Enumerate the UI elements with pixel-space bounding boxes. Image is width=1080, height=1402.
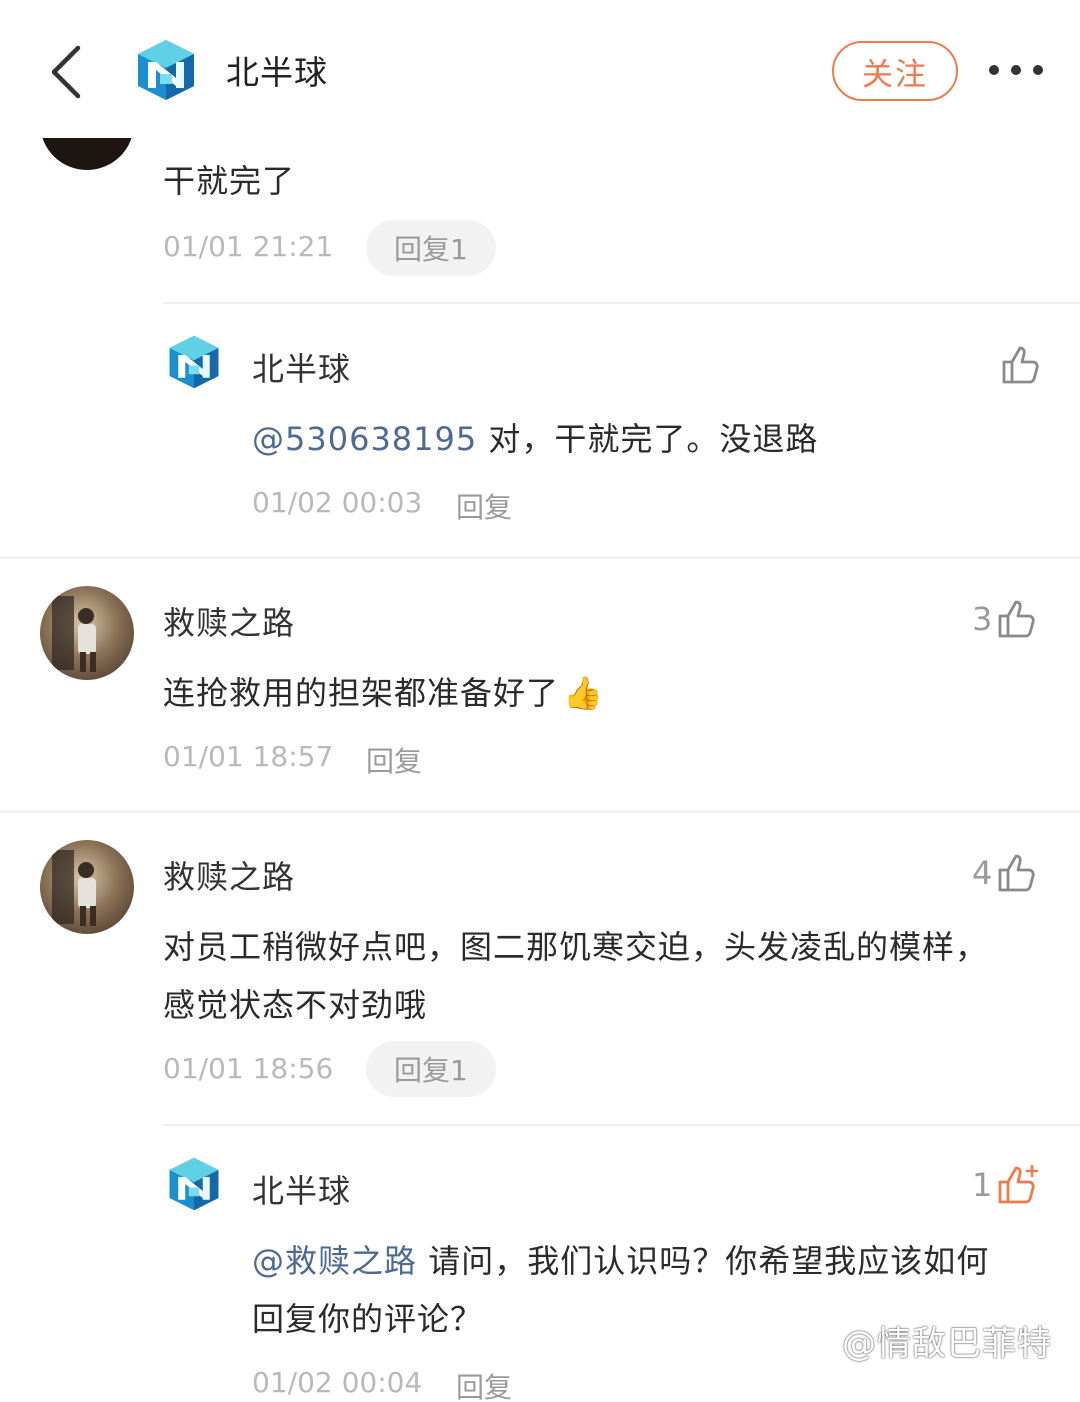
reply-body: 请问，我们认识吗？你希望我应该如何 — [417, 1242, 990, 1280]
comment-timestamp: 01/01 21:21 — [163, 230, 334, 263]
like-button[interactable]: 1 — [972, 1164, 1040, 1206]
mention-link[interactable]: @救赎之路 — [252, 1242, 417, 1280]
weibo-logo-icon[interactable] — [166, 1156, 222, 1212]
reply-button[interactable]: 回复 — [456, 1366, 512, 1402]
follow-button[interactable]: 关注 — [832, 41, 958, 101]
more-dots-icon — [989, 65, 1043, 75]
like-count: 3 — [972, 600, 993, 638]
like-button[interactable]: 3 — [972, 598, 1038, 640]
comment-timestamp: 01/01 18:56 — [163, 1052, 334, 1085]
divider — [163, 1124, 1080, 1126]
reply-button[interactable]: 回复 — [456, 486, 512, 526]
avatar-figure — [52, 596, 96, 672]
thumb-up-plus-icon — [998, 1164, 1039, 1204]
like-count: 1 — [972, 1166, 993, 1204]
back-button[interactable] — [44, 40, 94, 104]
page-title: 北半球 — [226, 53, 328, 92]
watermark-text: @情敌巴菲特 — [842, 1324, 1052, 1364]
comment-text-line: 对员工稍微好点吧，图二那饥寒交迫，头发凌乱的模样， — [163, 928, 989, 966]
avatar[interactable] — [40, 840, 134, 934]
comment-text: 干就完了 — [163, 162, 296, 200]
avatar-figure — [52, 850, 96, 926]
like-button[interactable]: 4 — [972, 852, 1038, 894]
reply-timestamp: 01/02 00:03 — [252, 486, 423, 519]
mention-link[interactable]: @530638195 — [252, 420, 477, 458]
weibo-watermark-icon — [812, 1335, 838, 1357]
back-arrow-icon — [51, 45, 81, 99]
divider — [0, 556, 1080, 559]
reply-text-line: @救赎之路 请问，我们认识吗？你希望我应该如何 — [252, 1236, 989, 1282]
avatar[interactable] — [40, 586, 134, 680]
reply-button[interactable]: 回复 — [366, 740, 422, 780]
thumb-up-icon — [998, 600, 1035, 638]
divider — [0, 810, 1080, 813]
reply-author-name[interactable]: 北半球 — [252, 1166, 351, 1212]
like-button[interactable] — [1000, 344, 1042, 386]
watermark: @情敌巴菲特 — [808, 1316, 1052, 1365]
comment-timestamp: 01/01 18:57 — [163, 740, 334, 773]
reply-author-name[interactable]: 北半球 — [252, 344, 351, 390]
thumb-up-icon — [998, 854, 1035, 892]
weibo-logo-icon[interactable] — [166, 334, 222, 390]
thumb-up-icon — [1002, 346, 1039, 384]
top-bar: 北半球 关注 — [0, 0, 1080, 138]
divider — [163, 302, 1080, 304]
more-button[interactable] — [986, 56, 1046, 84]
comment-body: 连抢救用的担架都准备好了 — [163, 674, 560, 712]
comment-text-line: 感觉状态不对劲哦 — [163, 986, 428, 1024]
reply-button[interactable]: 回复1 — [366, 1041, 496, 1097]
reply-text: @530638195 对，干就完了。没退路 — [252, 414, 818, 460]
comment-text: 连抢救用的担架都准备好了 👍 — [163, 668, 604, 714]
reply-button[interactable]: 回复1 — [366, 220, 496, 276]
like-count: 4 — [972, 854, 993, 892]
thumbs-up-emoji: 👍 — [563, 674, 604, 712]
reply-text-line: 回复你的评论？ — [252, 1300, 484, 1338]
reply-body: 对，干就完了。没退路 — [477, 420, 819, 458]
comment-author-name[interactable]: 救赎之路 — [163, 852, 295, 898]
account-logo[interactable] — [134, 38, 198, 102]
reply-timestamp: 01/02 00:04 — [252, 1366, 423, 1399]
comment-author-name[interactable]: 救赎之路 — [163, 598, 295, 644]
